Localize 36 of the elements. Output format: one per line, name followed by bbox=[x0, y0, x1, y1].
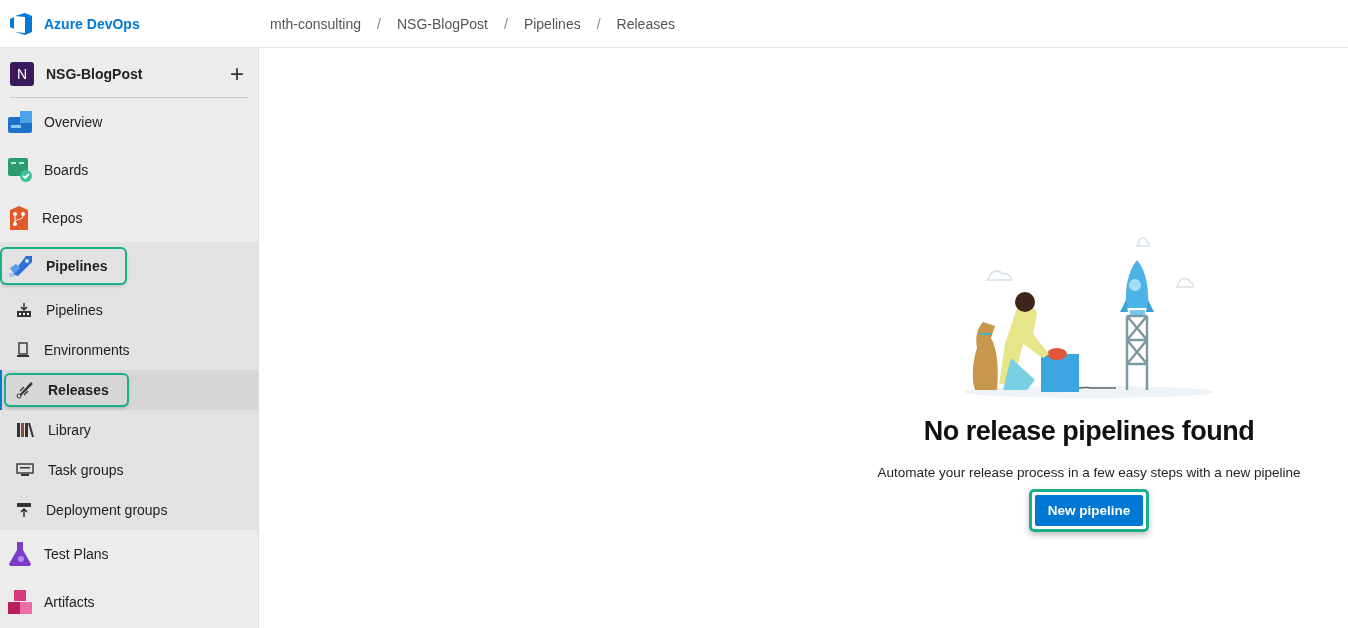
breadcrumb-link[interactable]: mth-consulting bbox=[270, 15, 362, 32]
logo-icon bbox=[10, 12, 32, 35]
breadcrumb-separator: / bbox=[377, 15, 381, 32]
repos-icon bbox=[8, 206, 30, 230]
boxes-icon bbox=[8, 590, 32, 614]
empty-state-message: Automate your release process in a few easy steps with a new pipeline bbox=[877, 465, 1301, 480]
breadcrumb-link[interactable]: Pipelines bbox=[523, 15, 581, 32]
new-pipeline-button[interactable]: New pipeline bbox=[1034, 495, 1144, 526]
boards-icon bbox=[8, 158, 32, 182]
breadcrumb-link[interactable]: NSG-BlogPost bbox=[396, 15, 488, 32]
product-name: Azure DevOps bbox=[44, 15, 140, 32]
nav-item[interactable]: Deployment groups bbox=[6, 495, 186, 525]
nav-item[interactable]: Task groups bbox=[6, 455, 142, 485]
project-avatar: N bbox=[10, 61, 34, 86]
factory-icon bbox=[16, 302, 32, 318]
server-icon bbox=[16, 342, 30, 358]
breadcrumb-separator: / bbox=[596, 15, 601, 32]
deploy-icon bbox=[16, 502, 32, 518]
add-button[interactable]: + bbox=[226, 59, 248, 88]
nav-item[interactable]: Pipelines bbox=[6, 295, 121, 325]
empty-state-title: No release pipelines found bbox=[923, 416, 1255, 447]
overview-icon bbox=[8, 111, 32, 133]
nav-item[interactable]: Repos bbox=[2, 201, 101, 235]
nav-item[interactable]: Pipelines bbox=[2, 249, 126, 283]
nav-item[interactable]: Overview bbox=[2, 105, 121, 139]
nav-item[interactable]: Artifacts bbox=[2, 585, 113, 619]
nav-item[interactable]: Boards bbox=[2, 153, 107, 187]
breadcrumb-link[interactable]: Releases bbox=[616, 15, 675, 32]
monitor-icon bbox=[16, 463, 34, 477]
project-name: NSG-BlogPost bbox=[46, 65, 144, 82]
breadcrumb-separator: / bbox=[504, 15, 508, 32]
books-icon bbox=[16, 422, 34, 438]
nav-item[interactable]: Environments bbox=[6, 335, 148, 365]
nav-item[interactable]: Library bbox=[6, 415, 109, 445]
flask-icon bbox=[8, 542, 32, 566]
nav-item[interactable]: Test Plans bbox=[2, 537, 127, 571]
